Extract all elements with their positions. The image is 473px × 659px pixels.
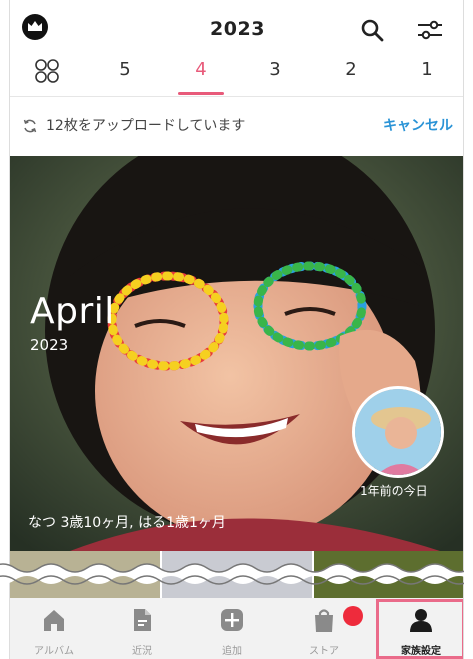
cancel-upload-button[interactable]: キャンセル — [383, 115, 453, 135]
cut-wave-divider — [0, 563, 464, 585]
add-icon — [221, 609, 243, 631]
sync-icon — [23, 119, 37, 133]
sliders-icon[interactable] — [416, 18, 444, 42]
nav-label: 追加 — [222, 646, 242, 657]
cover-year: 2023 — [30, 336, 69, 354]
upload-status-bar: 12枚をアップロードしています キャンセル — [10, 110, 463, 144]
shopping-bag-icon — [315, 609, 333, 632]
year-title[interactable]: 2023 — [10, 18, 463, 40]
nav-label: アルバム — [34, 646, 74, 657]
nav-news[interactable]: 近況 — [98, 598, 186, 659]
header: 2023 — [10, 0, 463, 52]
tab-month-1[interactable]: 1 — [402, 55, 452, 95]
nav-add[interactable]: 追加 — [188, 598, 276, 659]
cover-month-title: April — [30, 291, 115, 332]
memory-label: 1年前の今日 — [360, 484, 428, 498]
search-icon[interactable] — [360, 18, 384, 42]
tab-month-2[interactable]: 2 — [326, 55, 376, 95]
month-cover-photo[interactable]: April 2023 1年前の今日 なつ 3歳10ヶ月, はる1歳1ヶ月 — [10, 156, 463, 551]
divider — [10, 96, 463, 97]
tab-month-5[interactable]: 5 — [100, 55, 150, 95]
tab-month-4[interactable]: 4 — [176, 55, 226, 95]
nav-album[interactable]: アルバム — [10, 598, 98, 659]
one-year-ago-thumbnail[interactable] — [352, 386, 444, 478]
selection-highlight — [376, 599, 463, 659]
grid-icon[interactable] — [34, 58, 60, 84]
nav-label: ストア — [309, 646, 339, 657]
document-icon — [134, 609, 151, 631]
notification-badge — [343, 606, 363, 626]
upload-status-text: 12枚をアップロードしています — [46, 118, 246, 134]
home-icon — [44, 610, 64, 631]
month-tabs: 5 4 3 2 1 — [10, 55, 463, 95]
children-ages: なつ 3歳10ヶ月, はる1歳1ヶ月 — [28, 515, 226, 531]
tab-month-3[interactable]: 3 — [250, 55, 300, 95]
nav-label: 近況 — [132, 646, 152, 657]
